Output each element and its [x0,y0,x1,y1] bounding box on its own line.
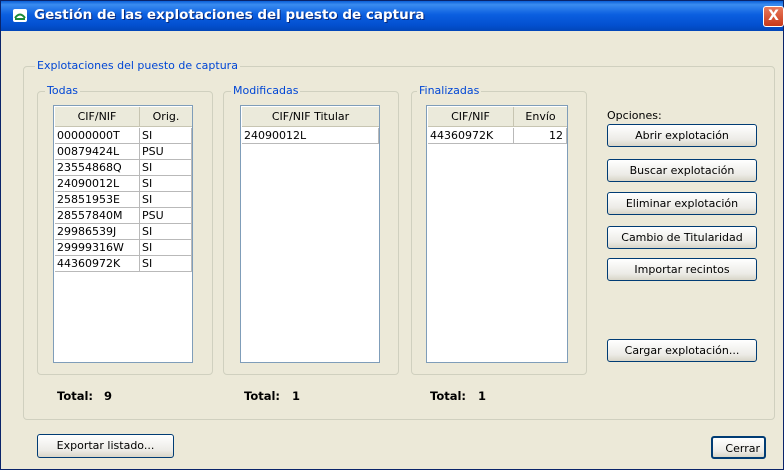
todas-total-label: Total: [57,389,94,403]
window-title: Gestión de las explotaciones del puesto … [34,7,425,23]
todas-cell-orig: PSU [140,144,192,160]
finalizadas-total-value: 1 [478,389,487,403]
modificadas-row[interactable]: 24090012L [241,128,379,144]
title-bar[interactable]: Gestión de las explotaciones del puesto … [1,1,784,31]
todas-cell-cif-nif: 25851953E [55,192,140,208]
todas-row[interactable]: 00000000T SI [54,128,192,144]
todas-row[interactable]: 00879424L PSU [54,144,192,160]
todas-cell-cif-nif: 00879424L [55,144,140,160]
todas-row[interactable]: 25851953E SI [54,192,192,208]
main-window: Gestión de las explotaciones del puesto … [0,0,784,470]
modificadas-total-label: Total: [244,389,281,403]
todas-group-label: Todas [45,84,81,97]
todas-row[interactable]: 44360972K SI [54,256,192,272]
column-header-envio[interactable]: Envío [514,107,567,127]
todas-row[interactable]: 24090012L SI [54,176,192,192]
finalizadas-group-label: Finalizadas [417,84,482,97]
todas-cell-orig: SI [140,160,192,176]
todas-total-value: 9 [104,389,113,403]
todas-row[interactable]: 29999316W SI [54,240,192,256]
cargar-explotacion-button[interactable]: Cargar explotación... [607,339,757,362]
todas-list[interactable]: CIF/NIF Orig. 00000000T SI 00879424L PSU 235… [53,105,193,363]
todas-cell-orig: SI [140,256,192,272]
todas-cell-cif-nif: 23554868Q [55,160,140,176]
cerrar-button[interactable]: Cerrar [711,436,766,459]
todas-cell-orig: SI [140,192,192,208]
todas-cell-orig: SI [140,224,192,240]
todas-row[interactable]: 29986539J SI [54,224,192,240]
modificadas-cell-cif-nif-titular: 24090012L [242,128,379,144]
importar-recintos-button[interactable]: Importar recintos [607,258,757,281]
todas-cell-cif-nif: 24090012L [55,176,140,192]
todas-cell-cif-nif: 00000000T [55,128,140,144]
opciones-label: Opciones: [607,109,662,122]
todas-cell-orig: SI [140,240,192,256]
modificadas-group-label: Modificadas [231,84,301,97]
modificadas-list[interactable]: CIF/NIF Titular 24090012L [240,105,380,363]
app-logo-icon [13,9,27,22]
finalizadas-cell-envio: 12 [514,128,567,144]
todas-row[interactable]: 28557840M PSU [54,208,192,224]
finalizadas-row[interactable]: 44360972K 12 [427,128,567,144]
close-window-button[interactable]: X [763,6,784,27]
modificadas-total-value: 1 [292,389,301,403]
column-header-cif-nif[interactable]: CIF/NIF [55,107,140,127]
finalizadas-cell-cif-nif: 44360972K [428,128,514,144]
todas-cell-cif-nif: 29999316W [55,240,140,256]
column-header-cif-nif-titular[interactable]: CIF/NIF Titular [242,107,379,127]
finalizadas-list[interactable]: CIF/NIF Envío 44360972K 12 [426,105,568,363]
buscar-explotacion-button[interactable]: Buscar explotación [607,159,757,182]
finalizadas-total-label: Total: [430,389,467,403]
abrir-explotacion-button[interactable]: Abrir explotación [607,124,757,147]
exportar-listado-button[interactable]: Exportar listado... [37,434,174,458]
todas-cell-orig: SI [140,128,192,144]
todas-cell-cif-nif: 29986539J [55,224,140,240]
todas-cell-cif-nif: 44360972K [55,256,140,272]
todas-row[interactable]: 23554868Q SI [54,160,192,176]
column-header-cif-nif-finalizadas[interactable]: CIF/NIF [428,107,514,127]
explotaciones-group-label: Explotaciones del puesto de captura [35,59,240,72]
todas-cell-cif-nif: 28557840M [55,208,140,224]
column-header-orig[interactable]: Orig. [140,107,192,127]
todas-cell-orig: PSU [140,208,192,224]
todas-cell-orig: SI [140,176,192,192]
eliminar-explotacion-button[interactable]: Eliminar explotación [607,192,757,215]
cambio-titularidad-button[interactable]: Cambio de Titularidad [607,226,757,249]
